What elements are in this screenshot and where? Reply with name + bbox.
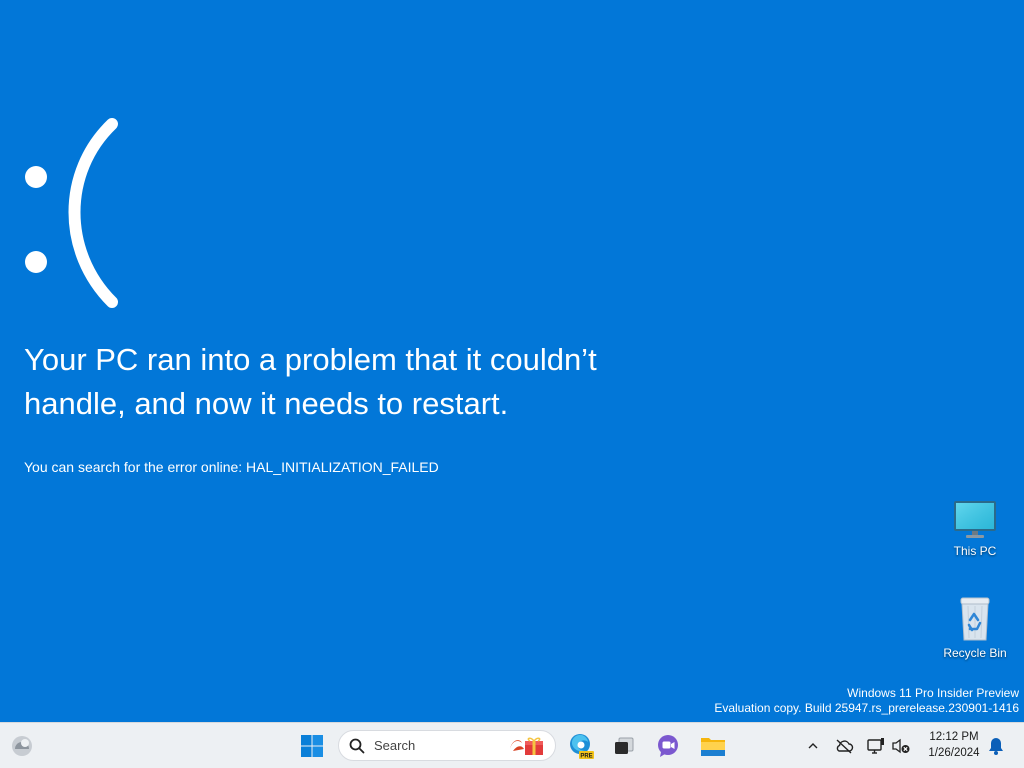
task-view-icon (615, 737, 634, 754)
chat-icon (658, 735, 678, 757)
desktop-icon-this-pc[interactable]: This PC (935, 498, 1015, 558)
headline-line-1: Your PC ran into a problem that it could… (24, 342, 597, 377)
weather-widget-icon (12, 736, 32, 756)
gift-icon (510, 737, 543, 755)
tray-onedrive[interactable] (834, 736, 854, 756)
this-pc-label: This PC (953, 544, 997, 558)
bell-icon (989, 738, 1003, 755)
windows-start-icon (301, 735, 323, 757)
headline-line-2: handle, and now it needs to restart. (24, 386, 509, 421)
desktop: :( Your PC ran into a problem that it co… (0, 0, 1024, 722)
desktop-icon-recycle-bin[interactable]: Recycle Bin (935, 596, 1015, 660)
bsod-headline: Your PC ran into a problem that it could… (24, 338, 664, 426)
watermark-line-2: Evaluation copy. Build 25947.rs_prerelea… (714, 701, 1019, 715)
tray-volume[interactable] (891, 736, 911, 756)
cloud-offline-icon (836, 739, 854, 754)
network-icon (867, 738, 884, 754)
notification-center-button[interactable] (986, 736, 1006, 756)
recycle-bin-label: Recycle Bin (943, 646, 1007, 660)
chevron-up-icon (808, 743, 818, 749)
error-code-text: You can search for the error online: HAL… (24, 459, 439, 475)
tray-network[interactable] (866, 736, 886, 756)
tray-overflow-button[interactable] (803, 736, 823, 756)
taskbar: Search PRE 12:12 PM 1/26/2024 (0, 722, 1024, 768)
search-icon (349, 738, 365, 754)
sad-face-icon (25, 118, 118, 308)
taskbar-edge-preview[interactable]: PRE (565, 730, 597, 762)
taskbar-search-box[interactable]: Search (338, 730, 556, 761)
folder-icon (701, 738, 725, 756)
taskbar-clock[interactable]: 12:12 PM 1/26/2024 (920, 729, 988, 761)
build-watermark: Windows 11 Pro Insider Preview Evaluatio… (714, 686, 1019, 716)
taskbar-file-explorer[interactable] (697, 730, 729, 762)
taskbar-chat[interactable] (652, 730, 684, 762)
edge-pre-badge: PRE (580, 754, 592, 760)
clock-time: 12:12 PM (929, 731, 979, 743)
taskbar-task-view[interactable] (608, 730, 640, 762)
watermark-line-1: Windows 11 Pro Insider Preview (847, 686, 1019, 700)
clock-date: 1/26/2024 (928, 747, 980, 759)
widgets-button[interactable] (6, 730, 38, 762)
volume-muted-icon (892, 738, 910, 754)
search-placeholder: Search (374, 738, 416, 753)
monitor-icon (954, 501, 996, 538)
recycle-bin-icon (960, 597, 990, 641)
edge-pre-icon: PRE (570, 734, 594, 760)
start-button[interactable] (296, 730, 328, 762)
